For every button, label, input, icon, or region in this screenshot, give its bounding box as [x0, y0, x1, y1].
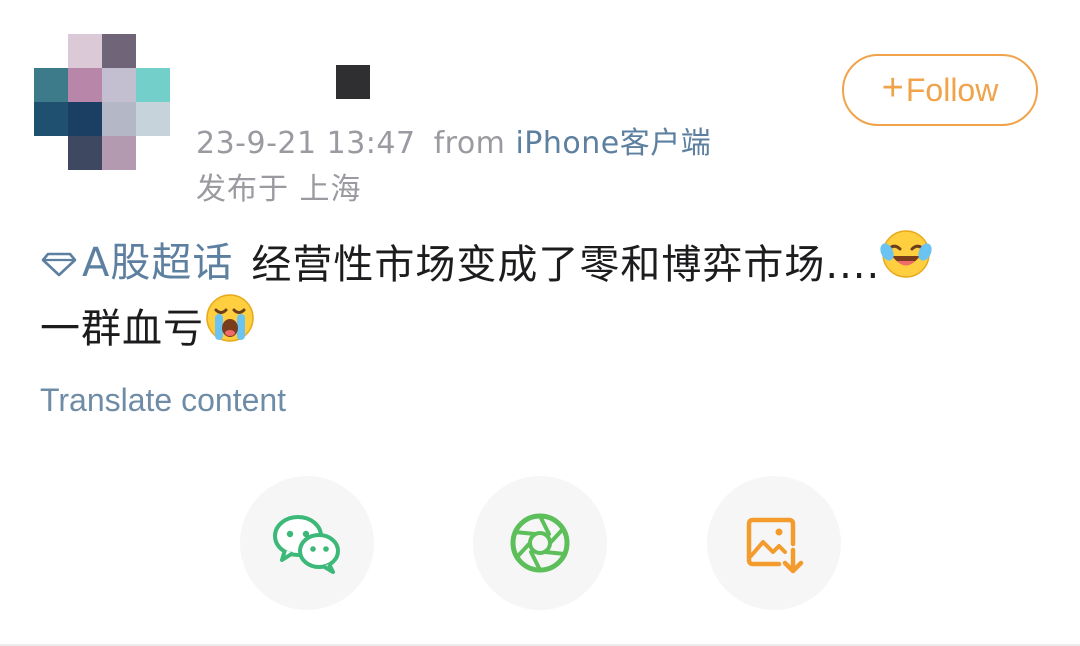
post-location: 发布于 上海 [196, 172, 362, 207]
save-image-icon [746, 517, 804, 574]
follow-label: Follow [905, 71, 999, 108]
post-text-line2: 一群血亏 [40, 306, 204, 352]
post-meta: 23-9-21 13:47 from iPhone客户端 [196, 118, 711, 162]
source-prefix: from [433, 126, 506, 161]
source-device[interactable]: iPhone [515, 126, 619, 161]
topic-label: A股超话 [82, 240, 234, 286]
plus-icon: + [881, 67, 904, 109]
username-redacted[interactable] [200, 62, 370, 102]
avatar[interactable] [34, 34, 170, 170]
topic-link[interactable]: A股超话 [40, 232, 233, 294]
post-text-line1: 经营性市场变成了零和博弈市场.... [251, 242, 881, 288]
share-moments-button[interactable] [473, 476, 607, 610]
source-client[interactable]: 客户端 [620, 126, 712, 161]
moments-icon [510, 513, 570, 573]
redaction-block [336, 65, 370, 99]
laughing-crying-emoji [880, 228, 932, 298]
wechat-icon [273, 515, 340, 574]
diamond-icon [41, 252, 77, 277]
share-wechat-button[interactable] [240, 476, 374, 610]
post-content: A股超话 经营性市场变成了零和博弈市场.... 一群血亏 [40, 230, 1050, 362]
follow-button[interactable]: + Follow [842, 54, 1038, 126]
loudly-crying-emoji [204, 292, 256, 362]
post-timestamp: 23-9-21 13:47 [196, 126, 416, 161]
translate-content-link[interactable]: Translate content [40, 382, 286, 419]
save-image-button[interactable] [707, 476, 841, 610]
